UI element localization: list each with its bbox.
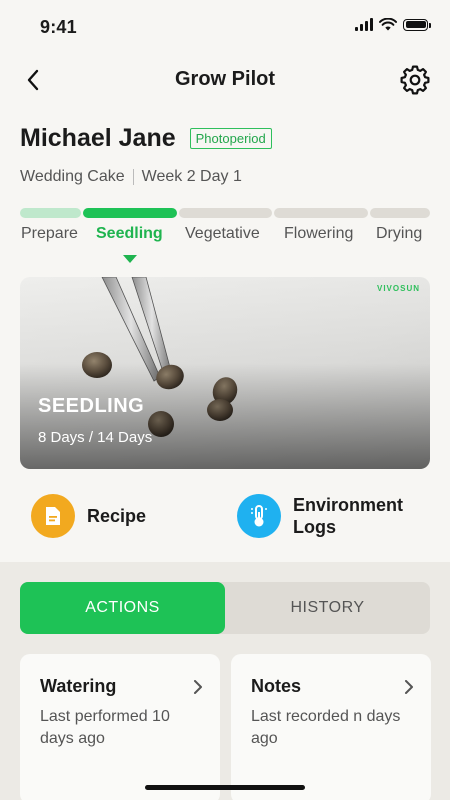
status-icons	[355, 18, 431, 31]
meta-divider	[132, 169, 134, 185]
environment-logs-link[interactable]: Environment Logs	[237, 494, 403, 538]
stage-tab-seedling[interactable]: Seedling	[96, 225, 163, 243]
environment-icon-circle	[237, 494, 281, 538]
tab-history[interactable]: HISTORY	[225, 582, 430, 634]
actions-panel: ACTIONS HISTORY Watering Last performed …	[0, 562, 450, 800]
stage-progress	[20, 208, 430, 218]
chevron-right-icon	[194, 680, 202, 694]
tab-actions[interactable]: ACTIONS	[20, 582, 225, 634]
notes-desc: Last recorded n days ago	[251, 708, 401, 747]
quick-links: Recipe Environment Logs	[0, 486, 450, 546]
stage-bar-prepare	[20, 208, 81, 218]
recipe-icon-circle	[31, 494, 75, 538]
thermometer-icon	[251, 505, 267, 527]
nav-header: Grow Pilot	[0, 60, 450, 100]
chevron-right-icon	[405, 680, 413, 694]
plant-name-row: Michael Jane Photoperiod	[20, 124, 272, 153]
strain-name: Wedding Cake	[20, 168, 125, 185]
stage-tab-vegetative[interactable]: Vegetative	[185, 225, 260, 243]
status-time: 9:41	[40, 17, 77, 37]
actions-history-tabs: ACTIONS HISTORY	[20, 582, 430, 634]
notes-card[interactable]: Notes Last recorded n days ago	[231, 654, 431, 800]
stage-bar-flowering	[274, 208, 368, 218]
settings-button[interactable]	[400, 65, 430, 95]
stage-tab-prepare[interactable]: Prepare	[21, 225, 78, 243]
notes-title: Notes	[251, 676, 302, 696]
stage-tab-flowering[interactable]: Flowering	[284, 225, 353, 243]
recipe-label: Recipe	[87, 506, 147, 526]
hero-days-progress: 8 Days / 14 Days	[38, 429, 153, 446]
stage-hero-card[interactable]: VIVOSUN SEEDLING 8 Days / 14 Days	[20, 277, 430, 469]
stage-bar-vegetative	[179, 208, 272, 218]
plant-meta: Wedding Cake Week 2 Day 1	[20, 168, 242, 186]
status-bar: 9:41	[0, 0, 450, 54]
environment-logs-label: Environment Logs	[293, 494, 403, 538]
stage-bar-drying	[370, 208, 430, 218]
screen: 9:41 Grow Pilot Michael Jane Photoperiod…	[0, 0, 450, 800]
cellular-signal-icon	[355, 18, 373, 31]
watering-card[interactable]: Watering Last performed 10 days ago	[20, 654, 220, 800]
watering-title: Watering	[40, 676, 117, 696]
document-icon	[46, 507, 60, 525]
plant-type-badge: Photoperiod	[189, 128, 272, 149]
watering-desc: Last performed 10 days ago	[40, 708, 170, 747]
recipe-link[interactable]: Recipe	[31, 494, 146, 538]
home-indicator[interactable]	[145, 785, 305, 790]
week-day: Week 2 Day 1	[141, 168, 242, 185]
gear-icon	[400, 65, 430, 95]
stage-bar-seedling	[83, 208, 177, 218]
stage-labels: Prepare Seedling Vegetative Flowering Dr…	[0, 225, 450, 249]
environment-logs-label-line1: Environment	[293, 495, 404, 515]
battery-icon	[403, 18, 431, 31]
stage-tab-drying[interactable]: Drying	[376, 225, 422, 243]
environment-logs-label-line2: Logs	[293, 517, 336, 537]
active-stage-pointer	[123, 255, 137, 263]
page-title: Grow Pilot	[175, 68, 275, 90]
plant-name: Michael Jane	[20, 124, 176, 152]
brand-logo: VIVOSUN	[376, 284, 420, 293]
wifi-icon	[379, 18, 397, 31]
hero-stage-title: SEEDLING	[38, 395, 145, 417]
